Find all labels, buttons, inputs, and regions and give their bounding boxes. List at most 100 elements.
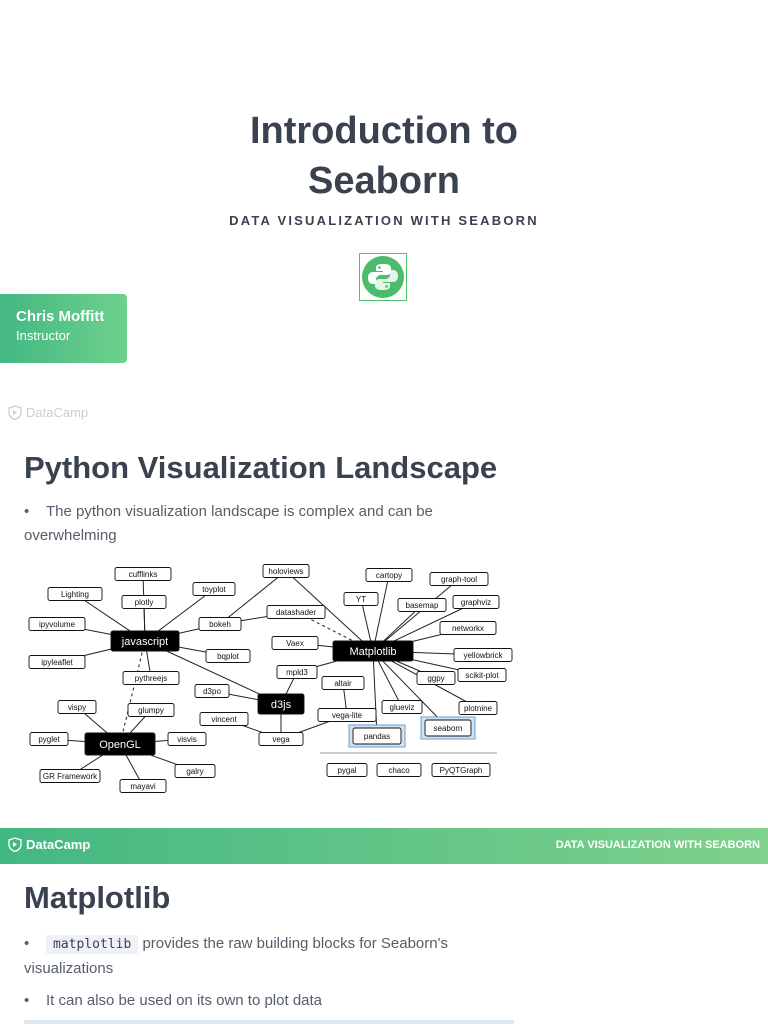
diagram-node-label: vega-lite: [332, 711, 363, 720]
diagram-node-javascript: javascript: [110, 630, 180, 652]
diagram-node-label: Vaex: [286, 639, 304, 648]
slide3-bullet-2: • It can also be used on its own to plot …: [24, 989, 484, 1013]
diagram-node-datashader: datashader: [266, 605, 326, 619]
datacamp-shield-icon: [8, 837, 22, 852]
slide3-title: Matplotlib: [24, 880, 171, 915]
diagram-node-graph-tool: graph-tool: [429, 572, 489, 586]
diagram-node-altair: altair: [321, 676, 365, 690]
diagram-node-label: chaco: [388, 766, 410, 775]
slide2-bullet-text: The python visualization landscape is co…: [24, 503, 433, 544]
diagram-node-bokeh: bokeh: [198, 617, 242, 631]
diagram-node-pyglet: pyglet: [29, 732, 69, 746]
diagram-node-cufflinks: cufflinks: [114, 567, 172, 581]
diagram-node-vega: vega: [258, 732, 304, 746]
footer-brand-label: DataCamp: [26, 837, 91, 852]
diagram-node-label: d3js: [271, 699, 292, 711]
diagram-node-label: vispy: [68, 703, 86, 712]
diagram-node-label: PyQTGraph: [440, 766, 483, 775]
diagram-node-label: pygal: [337, 766, 356, 775]
diagram-node-label: galry: [186, 767, 203, 776]
diagram-node-opengl: OpenGL: [84, 732, 156, 756]
bullet-dot: •: [24, 992, 30, 1009]
diagram-node-vega-lite: vega-lite: [317, 708, 377, 722]
datacamp-watermark-label: DataCamp: [26, 405, 89, 420]
diagram-node-label: datashader: [276, 608, 316, 617]
diagram-node-label: GR Framework: [43, 772, 98, 781]
diagram-node-label: scikit-plot: [465, 671, 499, 680]
diagram-node-vincent: vincent: [199, 712, 249, 726]
diagram-node-mpld3: mpld3: [276, 665, 318, 679]
diagram-node-label: cartopy: [376, 571, 402, 580]
diagram-node-label: mpld3: [286, 668, 308, 677]
diagram-node-matplotlib: Matplotlib: [332, 640, 414, 662]
slide3-bullet-2-text: It can also be used on its own to plot d…: [46, 992, 323, 1009]
diagram-node-label: yellowbrick: [463, 651, 503, 660]
diagram-node-label: pythreejs: [135, 674, 167, 683]
diagram-node-label: YT: [356, 595, 366, 604]
diagram-node-pyqtgraph: PyQTGraph: [431, 763, 491, 777]
diagram-edge: [372, 650, 449, 729]
diagram-node-label: seaborn: [434, 724, 463, 733]
diagram-node-d3po: d3po: [194, 684, 230, 698]
diagram-node-label: toyplot: [202, 585, 226, 594]
diagram-node-label: graph-tool: [441, 575, 477, 584]
diagram-node-label: Lighting: [61, 590, 89, 599]
diagram-node-scikit-plot: scikit-plot: [457, 668, 507, 682]
diagram-node-cartopy: cartopy: [365, 568, 413, 582]
diagram-node-ipyvolume: ipyvolume: [28, 617, 86, 631]
diagram-node-label: Matplotlib: [349, 646, 396, 658]
diagram-node-mayavi: mayavi: [119, 779, 167, 793]
diagram-node-label: d3po: [203, 687, 221, 696]
slide3-bullet-1: • matplotlib provides the raw building bl…: [24, 932, 484, 981]
diagram-node-label: pyglet: [38, 735, 60, 744]
diagram-node-yellowbrick: yellowbrick: [453, 648, 513, 662]
diagram-node-ggpy: ggpy: [416, 671, 456, 685]
diagram-node-qt-framework: GR Framework: [39, 769, 101, 783]
diagram-node-label: bokeh: [209, 620, 231, 629]
diagram-node-label: plotnine: [464, 704, 493, 713]
diagram-node-label: pandas: [364, 732, 390, 741]
diagram-node-d3js: d3js: [257, 693, 305, 715]
diagram-node-label: vega: [272, 735, 290, 744]
diagram-edge: [119, 640, 146, 745]
diagram-node-label: networkx: [452, 624, 484, 633]
diagram-node-networkx: networkx: [439, 621, 497, 635]
diagram-node-label: altair: [334, 679, 352, 688]
diagram-node-label: ggpy: [427, 674, 444, 683]
diagram-node-ipyleaflet: ipyleaflet: [28, 655, 86, 669]
diagram-node-vaex: Vaex: [271, 636, 319, 650]
diagram-node-label: ipyleaflet: [41, 658, 73, 667]
diagram-node-label: vincent: [211, 715, 237, 724]
diagram-node-basemap: basemap: [397, 598, 447, 612]
instructor-role: Instructor: [16, 328, 71, 343]
python-logo-icon: [359, 253, 407, 301]
diagram-node-vispy: vispy: [57, 700, 97, 714]
diagram-node-chaco: chaco: [376, 763, 422, 777]
diagram-node-label: glueviz: [390, 703, 415, 712]
bullet-dot: •: [24, 935, 30, 952]
diagram-node-label: cufflinks: [129, 570, 158, 579]
slide2-title: Python Visualization Landscape: [24, 450, 498, 485]
inline-code-matplotlib: matplotlib: [46, 935, 139, 954]
slide-title: Introduction to Seaborn: [0, 106, 768, 206]
code-block-edge: [24, 1020, 514, 1024]
diagram-node-toyplot: toyplot: [192, 582, 236, 596]
datacamp-watermark: DataCamp: [8, 405, 88, 420]
diagram-node-label: basemap: [406, 601, 439, 610]
diagram-node-pygal: pygal: [326, 763, 368, 777]
diagram-node-yt: YT: [343, 592, 379, 606]
diagram-node-graphviz: graphviz: [452, 595, 500, 609]
diagram-node-glumpy: glumpy: [127, 703, 175, 717]
diagram-node-pandas: pandas: [348, 724, 406, 748]
diagram-node-label: glumpy: [138, 706, 164, 715]
diagram-node-plotly: plotly: [121, 595, 167, 609]
instructor-name: Chris Moffitt: [16, 308, 105, 325]
slide-footer-bar: DataCamp DATA VISUALIZATION WITH SEABORN: [0, 828, 768, 864]
course-subtitle: DATA VISUALIZATION WITH SEABORN: [229, 213, 539, 228]
bullet-dot: •: [24, 503, 30, 520]
diagram-node-label: holoviews: [268, 567, 303, 576]
diagram-node-label: ipyvolume: [39, 620, 76, 629]
diagram-node-galry: galry: [174, 764, 216, 778]
diagram-node-label: OpenGL: [99, 739, 141, 751]
diagram-node-seaborn: seaborn: [420, 716, 476, 740]
